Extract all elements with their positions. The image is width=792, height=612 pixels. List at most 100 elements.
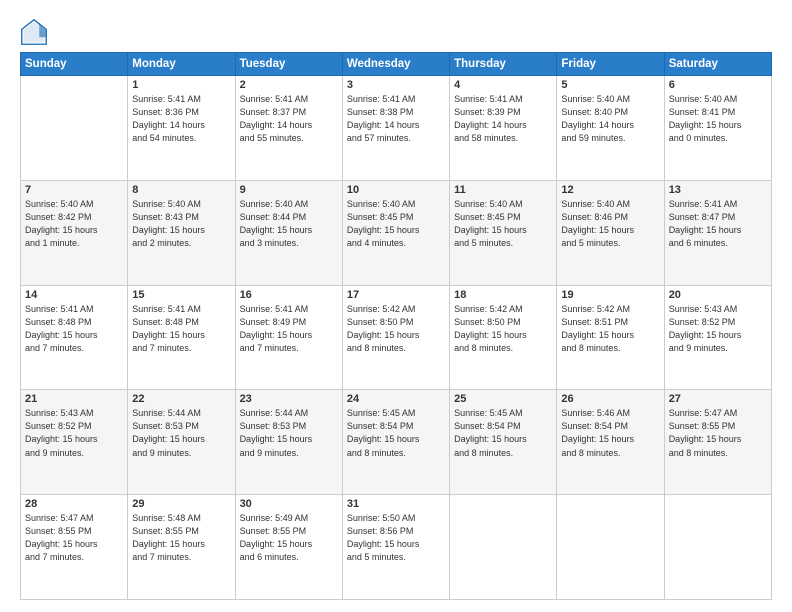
day-info: Sunrise: 5:47 AM Sunset: 8:55 PM Dayligh… [669,407,767,459]
day-info: Sunrise: 5:40 AM Sunset: 8:42 PM Dayligh… [25,198,123,250]
day-number: 15 [132,289,230,301]
calendar-cell: 15 Sunrise: 5:41 AM Sunset: 8:48 PM Dayli… [128,285,235,390]
day-info: Sunrise: 5:41 AM Sunset: 8:38 PM Dayligh… [347,93,445,145]
day-number: 9 [240,184,338,196]
day-number: 11 [454,184,552,196]
day-info: Sunrise: 5:40 AM Sunset: 8:45 PM Dayligh… [347,198,445,250]
day-info: Sunrise: 5:46 AM Sunset: 8:54 PM Dayligh… [561,407,659,459]
calendar-cell [557,495,664,600]
day-info: Sunrise: 5:40 AM Sunset: 8:45 PM Dayligh… [454,198,552,250]
day-number: 16 [240,289,338,301]
day-info: Sunrise: 5:48 AM Sunset: 8:55 PM Dayligh… [132,512,230,564]
calendar-cell: 13 Sunrise: 5:41 AM Sunset: 8:47 PM Dayli… [664,180,771,285]
day-info: Sunrise: 5:40 AM Sunset: 8:44 PM Dayligh… [240,198,338,250]
day-info: Sunrise: 5:40 AM Sunset: 8:41 PM Dayligh… [669,93,767,145]
logo-icon [20,18,48,46]
day-number: 12 [561,184,659,196]
day-info: Sunrise: 5:44 AM Sunset: 8:53 PM Dayligh… [240,407,338,459]
calendar-cell: 24 Sunrise: 5:45 AM Sunset: 8:54 PM Dayli… [342,390,449,495]
day-number: 27 [669,393,767,405]
day-info: Sunrise: 5:41 AM Sunset: 8:39 PM Dayligh… [454,93,552,145]
day-header-wednesday: Wednesday [342,53,449,76]
day-number: 18 [454,289,552,301]
day-info: Sunrise: 5:41 AM Sunset: 8:49 PM Dayligh… [240,303,338,355]
day-number: 17 [347,289,445,301]
day-info: Sunrise: 5:41 AM Sunset: 8:36 PM Dayligh… [132,93,230,145]
day-header-friday: Friday [557,53,664,76]
day-info: Sunrise: 5:42 AM Sunset: 8:50 PM Dayligh… [454,303,552,355]
day-number: 23 [240,393,338,405]
calendar-cell: 27 Sunrise: 5:47 AM Sunset: 8:55 PM Dayli… [664,390,771,495]
calendar-cell: 9 Sunrise: 5:40 AM Sunset: 8:44 PM Daylig… [235,180,342,285]
day-info: Sunrise: 5:47 AM Sunset: 8:55 PM Dayligh… [25,512,123,564]
calendar-cell: 16 Sunrise: 5:41 AM Sunset: 8:49 PM Dayli… [235,285,342,390]
day-info: Sunrise: 5:40 AM Sunset: 8:46 PM Dayligh… [561,198,659,250]
calendar-cell: 20 Sunrise: 5:43 AM Sunset: 8:52 PM Dayli… [664,285,771,390]
calendar-cell [450,495,557,600]
day-number: 13 [669,184,767,196]
day-number: 3 [347,79,445,91]
day-info: Sunrise: 5:40 AM Sunset: 8:43 PM Dayligh… [132,198,230,250]
day-header-thursday: Thursday [450,53,557,76]
day-number: 1 [132,79,230,91]
day-number: 10 [347,184,445,196]
day-number: 26 [561,393,659,405]
day-number: 30 [240,498,338,510]
day-info: Sunrise: 5:44 AM Sunset: 8:53 PM Dayligh… [132,407,230,459]
day-info: Sunrise: 5:42 AM Sunset: 8:50 PM Dayligh… [347,303,445,355]
calendar-cell: 7 Sunrise: 5:40 AM Sunset: 8:42 PM Daylig… [21,180,128,285]
calendar-cell: 4 Sunrise: 5:41 AM Sunset: 8:39 PM Daylig… [450,76,557,181]
calendar-cell: 10 Sunrise: 5:40 AM Sunset: 8:45 PM Dayli… [342,180,449,285]
week-row-3: 14 Sunrise: 5:41 AM Sunset: 8:48 PM Dayli… [21,285,772,390]
calendar-cell [21,76,128,181]
calendar-cell: 11 Sunrise: 5:40 AM Sunset: 8:45 PM Dayli… [450,180,557,285]
calendar-cell: 23 Sunrise: 5:44 AM Sunset: 8:53 PM Dayli… [235,390,342,495]
calendar-cell: 12 Sunrise: 5:40 AM Sunset: 8:46 PM Dayli… [557,180,664,285]
calendar-cell: 14 Sunrise: 5:41 AM Sunset: 8:48 PM Dayli… [21,285,128,390]
day-number: 14 [25,289,123,301]
page: SundayMondayTuesdayWednesdayThursdayFrid… [0,0,792,612]
day-header-monday: Monday [128,53,235,76]
calendar-cell: 25Sunrise: 5:45 AM Sunset: 8:54 PM Dayli… [450,390,557,495]
day-info: Sunrise: 5:41 AM Sunset: 8:48 PM Dayligh… [132,303,230,355]
day-number: 25 [454,393,552,405]
calendar-cell: 5 Sunrise: 5:40 AM Sunset: 8:40 PM Daylig… [557,76,664,181]
calendar-cell: 8Sunrise: 5:40 AM Sunset: 8:43 PM Daylig… [128,180,235,285]
day-info: Sunrise: 5:49 AM Sunset: 8:55 PM Dayligh… [240,512,338,564]
day-info: Sunrise: 5:41 AM Sunset: 8:48 PM Dayligh… [25,303,123,355]
day-number: 7 [25,184,123,196]
day-info: Sunrise: 5:41 AM Sunset: 8:47 PM Dayligh… [669,198,767,250]
day-header-saturday: Saturday [664,53,771,76]
calendar-cell: 6Sunrise: 5:40 AM Sunset: 8:41 PM Daylig… [664,76,771,181]
day-number: 5 [561,79,659,91]
calendar-cell: 29Sunrise: 5:48 AM Sunset: 8:55 PM Dayli… [128,495,235,600]
calendar-cell: 17 Sunrise: 5:42 AM Sunset: 8:50 PM Dayli… [342,285,449,390]
calendar-cell: 1 Sunrise: 5:41 AM Sunset: 8:36 PM Daylig… [128,76,235,181]
day-number: 4 [454,79,552,91]
week-row-5: 28 Sunrise: 5:47 AM Sunset: 8:55 PM Dayli… [21,495,772,600]
calendar-cell: 2Sunrise: 5:41 AM Sunset: 8:37 PM Daylig… [235,76,342,181]
calendar-cell: 22 Sunrise: 5:44 AM Sunset: 8:53 PM Dayli… [128,390,235,495]
calendar-cell: 3 Sunrise: 5:41 AM Sunset: 8:38 PM Daylig… [342,76,449,181]
day-number: 20 [669,289,767,301]
header [20,18,772,46]
day-number: 28 [25,498,123,510]
calendar-cell: 31 Sunrise: 5:50 AM Sunset: 8:56 PM Dayli… [342,495,449,600]
day-number: 21 [25,393,123,405]
calendar-cell: 19Sunrise: 5:42 AM Sunset: 8:51 PM Dayli… [557,285,664,390]
day-info: Sunrise: 5:40 AM Sunset: 8:40 PM Dayligh… [561,93,659,145]
day-info: Sunrise: 5:43 AM Sunset: 8:52 PM Dayligh… [669,303,767,355]
day-info: Sunrise: 5:45 AM Sunset: 8:54 PM Dayligh… [347,407,445,459]
day-info: Sunrise: 5:43 AM Sunset: 8:52 PM Dayligh… [25,407,123,459]
calendar-cell [664,495,771,600]
day-info: Sunrise: 5:50 AM Sunset: 8:56 PM Dayligh… [347,512,445,564]
calendar: SundayMondayTuesdayWednesdayThursdayFrid… [20,52,772,600]
day-info: Sunrise: 5:41 AM Sunset: 8:37 PM Dayligh… [240,93,338,145]
day-number: 24 [347,393,445,405]
day-header-sunday: Sunday [21,53,128,76]
calendar-cell: 28 Sunrise: 5:47 AM Sunset: 8:55 PM Dayli… [21,495,128,600]
day-header-tuesday: Tuesday [235,53,342,76]
week-row-2: 7 Sunrise: 5:40 AM Sunset: 8:42 PM Daylig… [21,180,772,285]
day-number: 31 [347,498,445,510]
day-number: 22 [132,393,230,405]
